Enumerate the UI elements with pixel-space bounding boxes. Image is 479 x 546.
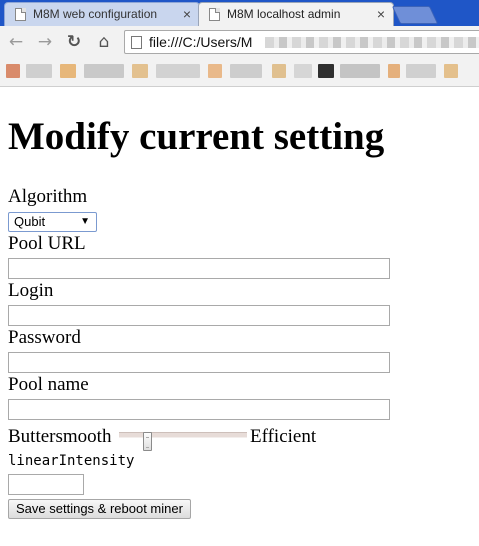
login-input[interactable]: [8, 305, 390, 326]
bookmark-item[interactable]: [84, 64, 124, 78]
bookmark-item[interactable]: [132, 64, 148, 78]
slider-min-label: Buttersmooth: [8, 426, 112, 447]
bookmark-item[interactable]: [230, 64, 262, 78]
bookmark-item[interactable]: [272, 64, 286, 78]
bookmark-item[interactable]: [444, 64, 458, 78]
login-label: Login: [8, 280, 54, 301]
address-url: file:///C:/Users/M: [149, 34, 253, 50]
bookmark-item[interactable]: [340, 64, 380, 78]
password-input[interactable]: [8, 352, 390, 373]
tab-m8m-localhost-admin[interactable]: M8M localhost admin ×: [198, 2, 394, 26]
browser-toolbar: ← → ↻ ⌂ file:///C:/Users/M: [0, 26, 479, 59]
bookmark-item[interactable]: [156, 64, 200, 78]
close-icon[interactable]: ×: [183, 3, 191, 25]
slider-thumb[interactable]: [143, 432, 152, 451]
tab-m8m-web-configuration[interactable]: M8M web configuration ×: [4, 2, 200, 26]
page-icon: [209, 8, 220, 21]
bookmark-item[interactable]: [294, 64, 312, 78]
intensity-slider[interactable]: [119, 432, 247, 451]
pool-url-input[interactable]: [8, 258, 390, 279]
bookmark-item[interactable]: [388, 64, 400, 78]
algorithm-select[interactable]: Qubit ▼: [8, 212, 97, 232]
home-icon[interactable]: ⌂: [92, 31, 116, 53]
algorithm-selected-value: Qubit: [14, 214, 46, 229]
intensity-slider-row: Buttersmooth Efficient: [8, 424, 408, 451]
close-icon[interactable]: ×: [377, 3, 385, 25]
bookmark-item[interactable]: [26, 64, 52, 78]
forward-arrow-icon[interactable]: →: [33, 31, 57, 53]
password-label: Password: [8, 327, 81, 348]
new-tab-button[interactable]: [391, 6, 439, 24]
pool-name-input[interactable]: [8, 399, 390, 420]
linear-intensity-label: linearIntensity: [8, 453, 135, 469]
bookmark-item[interactable]: [60, 64, 76, 78]
page-title: Modify current setting: [8, 115, 385, 158]
reload-icon[interactable]: ↻: [62, 31, 86, 53]
chevron-down-icon: ▼: [80, 216, 90, 227]
pool-url-label: Pool URL: [8, 233, 86, 254]
bookmark-item[interactable]: [208, 64, 222, 78]
pool-name-label: Pool name: [8, 374, 89, 395]
redacted-address-segment: [265, 37, 479, 48]
bookmark-item[interactable]: [6, 64, 20, 78]
tab-title: M8M web configuration: [33, 7, 158, 21]
tab-strip: M8M web configuration × M8M localhost ad…: [0, 0, 479, 26]
linear-intensity-input[interactable]: [8, 474, 84, 495]
slider-max-label: Efficient: [250, 426, 317, 447]
algorithm-label: Algorithm: [8, 186, 88, 207]
tab-title: M8M localhost admin: [227, 7, 341, 21]
page-icon: [131, 36, 142, 49]
address-bar[interactable]: file:///C:/Users/M: [124, 30, 479, 54]
bookmarks-bar: [0, 59, 479, 85]
browser-chrome: M8M web configuration × M8M localhost ad…: [0, 0, 479, 87]
back-arrow-icon[interactable]: ←: [4, 31, 28, 53]
page-icon: [15, 8, 26, 21]
save-settings-button[interactable]: Save settings & reboot miner: [8, 499, 191, 519]
bookmark-item[interactable]: [406, 64, 436, 78]
bookmark-item[interactable]: [318, 64, 334, 78]
